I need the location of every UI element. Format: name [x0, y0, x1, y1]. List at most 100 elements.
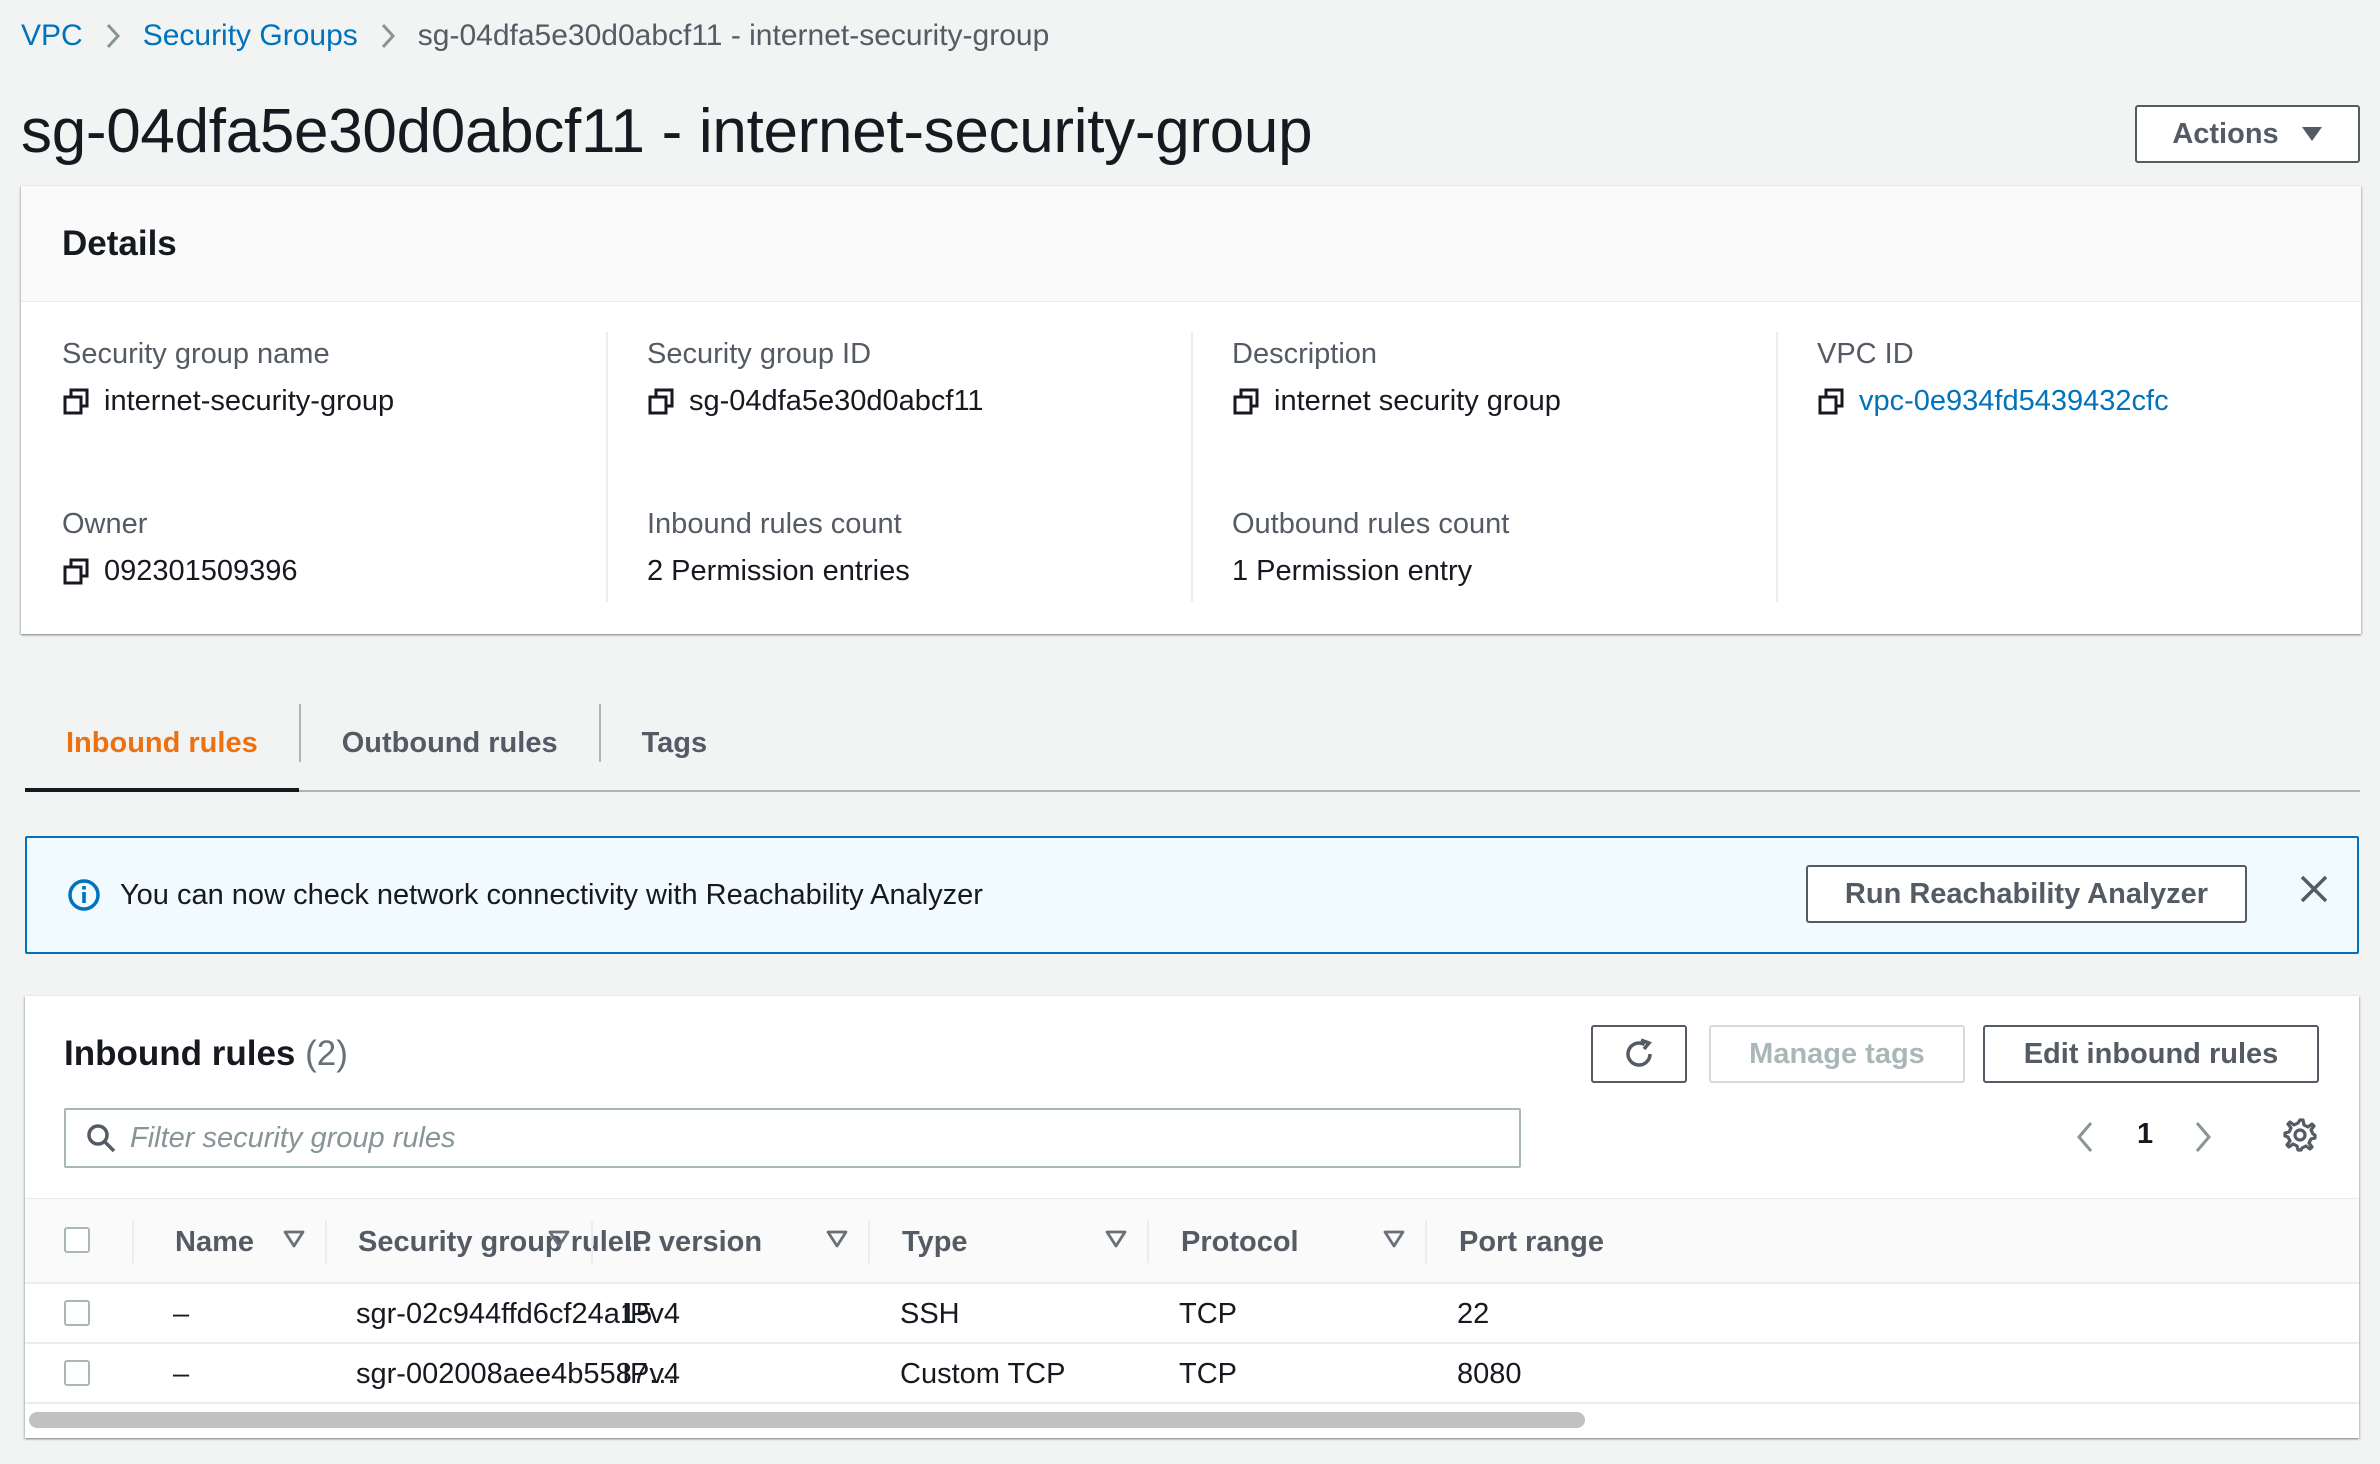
close-icon[interactable] — [2299, 874, 2329, 904]
inbound-rules-count: (2) — [305, 1034, 348, 1073]
column-header-name[interactable]: Name — [175, 1199, 254, 1285]
copy-icon[interactable] — [647, 388, 675, 416]
cell-protocol: TCP — [1179, 1357, 1237, 1390]
breadcrumb-vpc[interactable]: VPC — [21, 19, 83, 53]
kv-security-group-name: Security group name internet-security-gr… — [21, 338, 581, 418]
column-divider — [868, 1221, 870, 1263]
kv-label: Outbound rules count — [1232, 508, 1510, 540]
kv-value: internet-security-group — [62, 385, 581, 418]
breadcrumb-security-groups[interactable]: Security Groups — [143, 19, 358, 53]
cell-name: – — [173, 1357, 190, 1390]
kv-inbound-rules-count: Inbound rules count 2 Permission entries — [606, 508, 1166, 588]
chevron-right-icon — [380, 22, 396, 50]
cell-port-range: 22 — [1457, 1297, 1490, 1330]
table-row[interactable]: – sgr-002008aee4b5587… IPv4 Custom TCP T… — [25, 1344, 2359, 1404]
details-title: Details — [21, 186, 2361, 302]
sort-caret-icon[interactable] — [1105, 1229, 1127, 1251]
column-header-ip-version[interactable]: IP version — [624, 1199, 762, 1285]
table-header: Name Security group rule… IP version Typ… — [25, 1198, 2359, 1284]
column-divider — [591, 1221, 593, 1263]
copy-icon[interactable] — [62, 388, 90, 416]
sort-caret-icon[interactable] — [548, 1229, 570, 1251]
security-group-page: VPC Security Groups sg-04dfa5e30d0abcf11… — [0, 0, 2380, 1464]
cell-port-range: 8080 — [1457, 1357, 1522, 1390]
search-icon — [86, 1123, 116, 1153]
actions-button[interactable]: Actions — [2135, 105, 2360, 163]
refresh-button[interactable] — [1591, 1025, 1687, 1083]
cell-type: Custom TCP — [900, 1357, 1066, 1390]
outbound-rules-count-value: 1 Permission entry — [1232, 555, 1473, 587]
kv-value: internet security group — [1232, 385, 1751, 418]
page-number[interactable]: 1 — [2137, 1118, 2153, 1151]
kv-label: Security group name — [62, 338, 330, 370]
cell-ip-version: IPv4 — [622, 1357, 681, 1390]
breadcrumb-current: sg-04dfa5e30d0abcf11 - internet-security… — [417, 19, 1050, 52]
kv-label: VPC ID — [1817, 338, 1914, 370]
horizontal-scrollbar[interactable] — [25, 1406, 2359, 1436]
column-header-type[interactable]: Type — [902, 1199, 968, 1285]
security-group-id-value: sg-04dfa5e30d0abcf11 — [689, 385, 984, 417]
scrollbar-thumb[interactable] — [29, 1412, 1585, 1428]
inbound-rules-title-text: Inbound rules — [64, 1034, 296, 1073]
column-divider — [1147, 1221, 1149, 1263]
copy-icon[interactable] — [1817, 388, 1845, 416]
kv-outbound-rules-count: Outbound rules count 1 Permission entry — [1191, 508, 1751, 588]
cell-ip-version: IPv4 — [622, 1297, 681, 1330]
kv-label: Owner — [62, 508, 148, 540]
sort-caret-icon[interactable] — [283, 1229, 305, 1251]
edit-inbound-rules-button[interactable]: Edit inbound rules — [1983, 1025, 2319, 1083]
details-panel: Details Security group name internet-sec… — [21, 186, 2361, 634]
cell-rule-id: sgr-02c944ffd6cf24a15 — [356, 1297, 653, 1330]
filter-input[interactable] — [130, 1121, 1480, 1155]
kv-owner: Owner 092301509396 — [21, 508, 581, 588]
tab-outbound-rules[interactable]: Outbound rules — [301, 696, 599, 790]
actions-button-label: Actions — [2172, 117, 2279, 150]
column-divider — [132, 1221, 134, 1263]
caret-down-icon — [2301, 126, 2323, 142]
kv-value: 2 Permission entries — [647, 555, 1166, 588]
kv-value: vpc-0e934fd5439432cfc — [1817, 385, 2336, 418]
sort-caret-icon[interactable] — [1383, 1229, 1405, 1251]
chevron-left-icon[interactable] — [2075, 1120, 2095, 1154]
inbound-rules-title: Inbound rules (2) — [64, 1034, 348, 1074]
banner-text: You can now check network connectivity w… — [120, 878, 983, 911]
column-header-protocol[interactable]: Protocol — [1181, 1199, 1299, 1285]
inbound-rules-table: Name Security group rule… IP version Typ… — [25, 1198, 2359, 1404]
kv-security-group-id: Security group ID sg-04dfa5e30d0abcf11 — [606, 338, 1166, 418]
page-title: sg-04dfa5e30d0abcf11 - internet-security… — [21, 97, 1313, 166]
owner-value: 092301509396 — [104, 555, 298, 587]
cell-name: – — [173, 1297, 190, 1330]
copy-icon[interactable] — [62, 558, 90, 586]
column-header-port-range[interactable]: Port range — [1459, 1199, 1604, 1285]
info-banner: You can now check network connectivity w… — [25, 836, 2359, 954]
kv-value: 092301509396 — [62, 555, 581, 588]
gear-icon[interactable] — [2281, 1116, 2319, 1154]
sort-caret-icon[interactable] — [826, 1229, 848, 1251]
column-divider — [1425, 1221, 1427, 1263]
select-all-checkbox[interactable] — [64, 1227, 90, 1253]
row-checkbox[interactable] — [64, 1300, 90, 1326]
row-checkbox[interactable] — [64, 1360, 90, 1386]
refresh-icon — [1622, 1037, 1656, 1071]
details-grid: Security group name internet-security-gr… — [21, 302, 2361, 634]
manage-tags-button[interactable]: Manage tags — [1709, 1025, 1965, 1083]
tab-tags[interactable]: Tags — [601, 696, 749, 790]
description-value: internet security group — [1274, 385, 1561, 417]
cell-type: SSH — [900, 1297, 960, 1330]
filter-box — [64, 1108, 1521, 1168]
cell-protocol: TCP — [1179, 1297, 1237, 1330]
kv-description: Description internet security group — [1191, 338, 1751, 418]
vpc-id-link[interactable]: vpc-0e934fd5439432cfc — [1859, 385, 2169, 418]
inbound-rules-panel: Inbound rules (2) Manage tags Edit inbou… — [25, 996, 2359, 1438]
kv-value: sg-04dfa5e30d0abcf11 — [647, 385, 1166, 418]
chevron-right-icon[interactable] — [2193, 1120, 2213, 1154]
kv-label: Description — [1232, 338, 1378, 370]
column-header-rule-id[interactable]: Security group rule… — [358, 1199, 653, 1285]
run-reachability-analyzer-button[interactable]: Run Reachability Analyzer — [1806, 865, 2247, 923]
table-row[interactable]: – sgr-02c944ffd6cf24a15 IPv4 SSH TCP 22 — [25, 1284, 2359, 1344]
kv-label: Security group ID — [647, 338, 872, 370]
copy-icon[interactable] — [1232, 388, 1260, 416]
tab-inbound-rules[interactable]: Inbound rules — [25, 696, 299, 792]
inbound-rules-count-value: 2 Permission entries — [647, 555, 910, 587]
breadcrumb: VPC Security Groups sg-04dfa5e30d0abcf11… — [21, 14, 1049, 58]
